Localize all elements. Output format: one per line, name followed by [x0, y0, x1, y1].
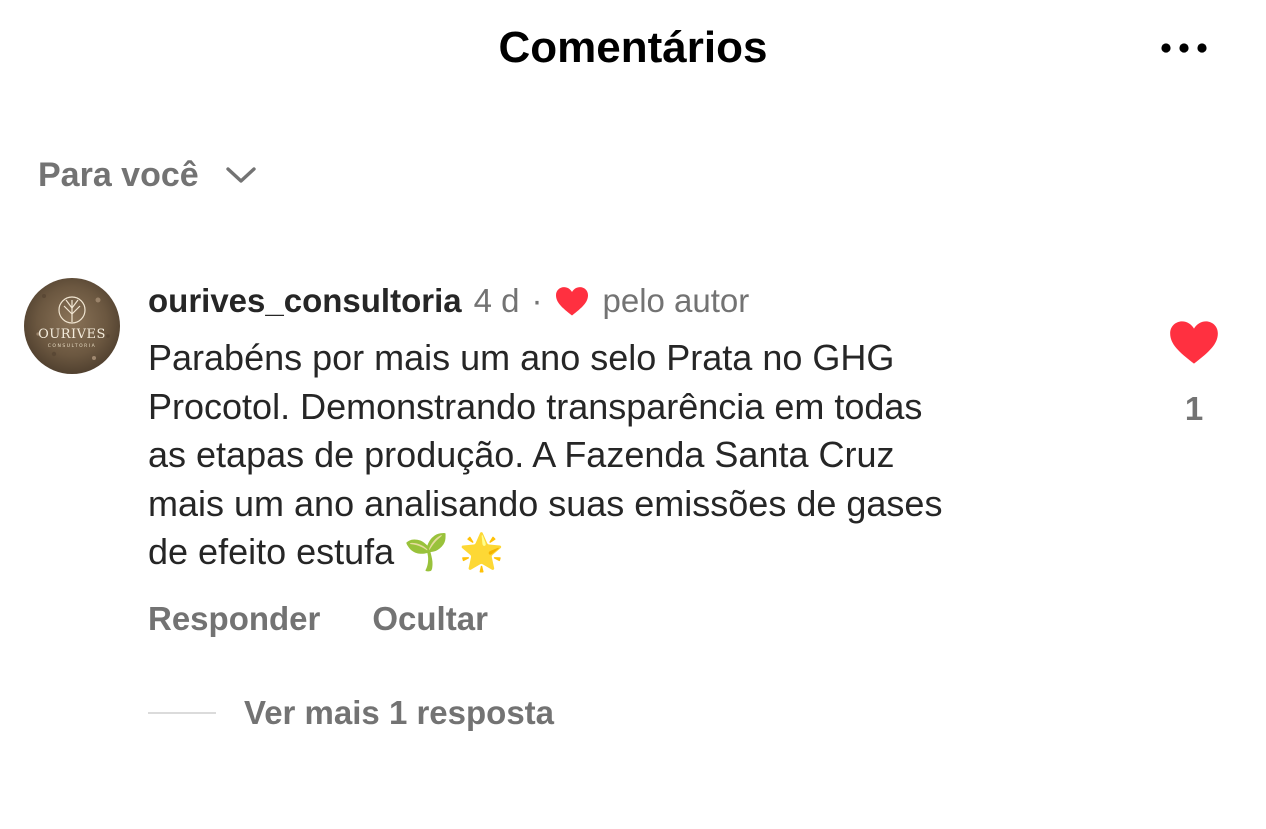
more-horizontal-icon — [1161, 43, 1207, 53]
hide-button[interactable]: Ocultar — [372, 600, 488, 638]
like-button[interactable] — [1168, 318, 1220, 366]
meta-separator: · — [531, 282, 543, 319]
like-count: 1 — [1184, 390, 1204, 427]
heart-icon — [554, 285, 590, 317]
avatar-brand-text: OURIVES — [38, 327, 106, 342]
comment-filter-dropdown[interactable]: Para você — [38, 150, 257, 200]
reply-button[interactable]: Responder — [148, 600, 320, 638]
comment-time: 4 d — [473, 282, 520, 319]
comment-actions: Responder Ocultar — [148, 596, 488, 642]
heart-icon — [1170, 321, 1218, 364]
avatar[interactable]: OURIVES CONSULTORIA — [24, 278, 120, 374]
comment-text: Parabéns por mais um ano selo Prata no G… — [148, 337, 943, 572]
replies-divider — [148, 712, 216, 714]
view-replies-label: Ver mais 1 resposta — [244, 694, 555, 731]
liked-by-author-label: pelo autor — [602, 282, 750, 319]
page-title: Comentários — [498, 23, 768, 72]
view-replies-button[interactable]: Ver mais 1 resposta — [148, 690, 554, 736]
comment-meta: ourives_consultoria 4 d · pelo autor — [148, 278, 749, 324]
username-link[interactable]: ourives_consultoria — [148, 282, 462, 320]
avatar-sub-text: CONSULTORIA — [48, 343, 96, 349]
more-options-button[interactable] — [1152, 30, 1216, 66]
filter-label: Para você — [38, 155, 199, 194]
chevron-down-icon — [225, 165, 257, 185]
